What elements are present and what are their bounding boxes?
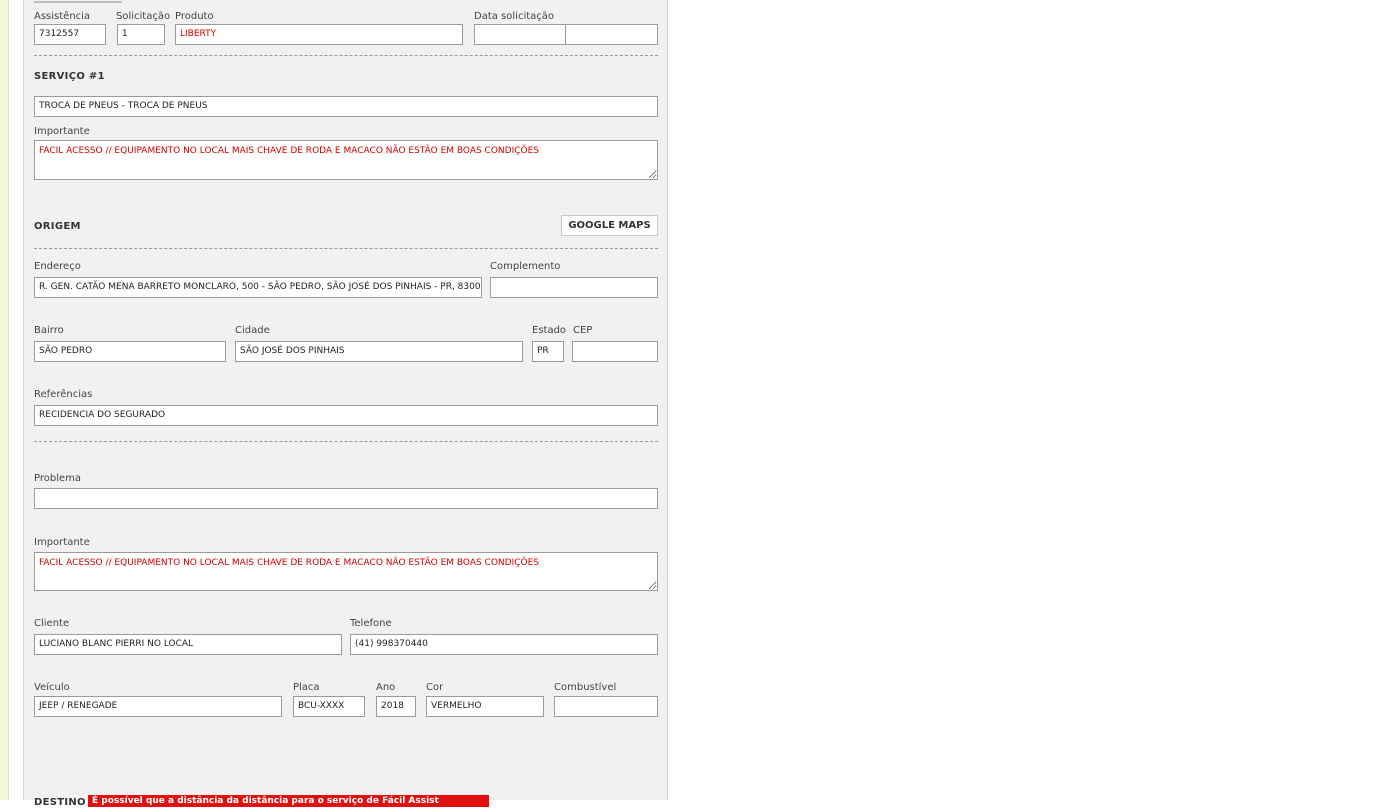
destino-section-title: DESTINO: [34, 797, 86, 808]
data-solicitacao-date-field[interactable]: [474, 24, 566, 45]
problema-field[interactable]: [34, 488, 658, 509]
cidade-label: Cidade: [235, 325, 270, 336]
assistencia-field[interactable]: 7312557: [34, 24, 106, 45]
cliente-label: Cliente: [34, 618, 70, 629]
origem-section-title: ORIGEM: [34, 221, 81, 232]
ano-field[interactable]: 2018: [376, 696, 416, 717]
cliente-field[interactable]: LUCIANO BLANC PIERRI NO LOCAL: [34, 634, 342, 655]
veiculo-field[interactable]: JEEP / RENEGADE: [34, 696, 282, 717]
data-solicitacao-time-field[interactable]: [565, 24, 658, 45]
left-side-strip: [0, 0, 9, 800]
telefone-field[interactable]: (41) 998370440: [350, 634, 658, 655]
cep-field[interactable]: [572, 341, 658, 362]
bairro-field[interactable]: SÃO PEDRO: [34, 341, 226, 362]
cidade-field[interactable]: SÃO JOSÉ DOS PINHAIS: [235, 341, 523, 362]
cor-label: Cor: [426, 682, 444, 693]
combustivel-label: Combustível: [554, 682, 617, 693]
servico-importante-textarea[interactable]: FACIL ACESSO // EQUIPAMENTO NO LOCAL MAI…: [34, 140, 658, 180]
servico-importante-label: Importante: [34, 126, 90, 137]
solicitacao-field[interactable]: 1: [117, 24, 165, 45]
section-divider: [34, 248, 658, 249]
destino-warning-badge: É possível que a distância da distância …: [88, 795, 489, 807]
estado-label: Estado: [532, 325, 567, 336]
assistencia-label: Assistência: [34, 11, 91, 22]
left-gutter: [9, 0, 24, 800]
data-solicitacao-label: Data solicitação: [474, 11, 555, 22]
bairro-label: Bairro: [34, 325, 64, 336]
complemento-field[interactable]: [490, 277, 658, 298]
detalhes-importante-textarea[interactable]: FACIL ACESSO // EQUIPAMENTO NO LOCAL MAI…: [34, 552, 658, 591]
complemento-label: Complemento: [490, 261, 561, 272]
combustivel-field[interactable]: [554, 696, 658, 717]
placa-label: Placa: [293, 682, 320, 693]
estado-field[interactable]: PR: [532, 341, 564, 362]
top-tab-indicator: [34, 0, 122, 3]
referencias-field[interactable]: RECIDENCIA DO SEGURADO: [34, 405, 658, 426]
cor-field[interactable]: VERMELHO: [426, 696, 544, 717]
produto-field[interactable]: LIBERTY: [175, 24, 463, 45]
placa-field[interactable]: BCU-XXXX: [293, 696, 365, 717]
service-form-panel: [24, 0, 668, 800]
referencias-label: Referências: [34, 389, 93, 400]
servico-section-title: SERVIÇO #1: [34, 71, 105, 82]
google-maps-button[interactable]: GOOGLE MAPS: [561, 215, 658, 236]
cep-label: CEP: [573, 325, 593, 336]
solicitacao-label: Solicitação: [116, 11, 171, 22]
telefone-label: Telefone: [350, 618, 392, 629]
ano-label: Ano: [376, 682, 396, 693]
problema-label: Problema: [34, 473, 82, 484]
section-divider: [34, 55, 658, 56]
endereco-label: Endereço: [34, 261, 81, 272]
section-divider: [34, 441, 658, 442]
endereco-field[interactable]: R. GEN. CATÃO MENA BARRETO MONCLARO, 500…: [34, 277, 482, 298]
veiculo-label: Veículo: [34, 682, 70, 693]
servico-field[interactable]: TROCA DE PNEUS - TROCA DE PNEUS: [34, 96, 658, 117]
produto-label: Produto: [175, 11, 214, 22]
detalhes-importante-label: Importante: [34, 537, 90, 548]
